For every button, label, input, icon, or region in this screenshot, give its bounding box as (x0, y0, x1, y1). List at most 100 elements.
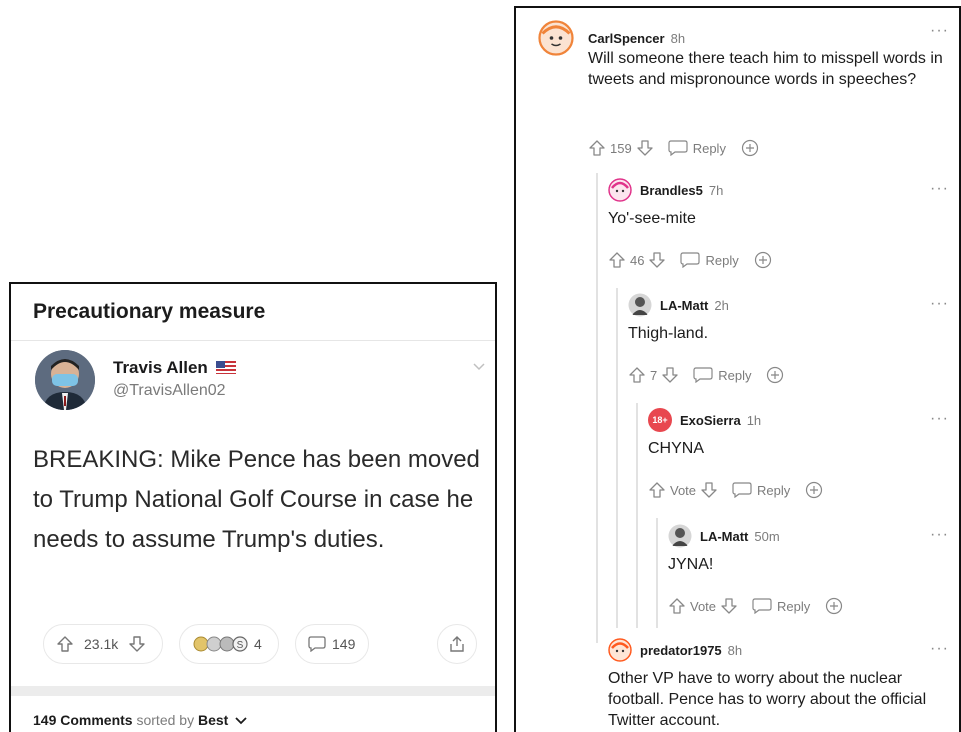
comment-username[interactable]: Brandles5 (640, 183, 703, 198)
comment-score: Vote (670, 482, 697, 498)
comments-panel: CarlSpencer 8h ··· Will someone there te… (514, 6, 961, 732)
chevron-down-icon[interactable] (235, 716, 247, 725)
upvote-icon[interactable] (668, 597, 686, 615)
comment-text: Thigh-land. (628, 325, 709, 342)
more-options-icon[interactable]: ··· (930, 526, 949, 544)
sort-mode[interactable]: Best (198, 712, 228, 728)
section-separator (11, 686, 495, 696)
awards-icon: S (193, 636, 248, 652)
more-options-icon[interactable]: ··· (930, 640, 949, 658)
awards-pill[interactable]: S 4 (179, 624, 279, 664)
chevron-down-icon[interactable] (473, 362, 485, 372)
more-options-icon[interactable]: ··· (930, 180, 949, 198)
reply-icon[interactable] (668, 140, 688, 156)
downvote-icon[interactable] (636, 139, 654, 157)
reply-icon[interactable] (680, 252, 701, 268)
comments-button[interactable]: 149 (295, 624, 369, 664)
comment-username[interactable]: LA-Matt (700, 529, 748, 544)
svg-text:S: S (237, 640, 244, 651)
comment-sort-bar[interactable]: 149 Comments sorted by Best (33, 712, 247, 728)
downvote-icon[interactable] (661, 366, 679, 384)
thread-line (616, 288, 618, 628)
comment-time: 8h (727, 642, 743, 658)
award-plus-icon[interactable] (753, 250, 773, 270)
post-action-bar: 23.1k S 4 149 (33, 624, 483, 668)
thread-line (636, 403, 638, 628)
comment-actions: 159 Reply (588, 138, 760, 158)
share-button[interactable] (437, 624, 477, 664)
avatar[interactable] (628, 293, 652, 317)
comment-actions: 46 Reply (608, 250, 773, 270)
comment-score: 46 (630, 252, 645, 268)
downvote-icon[interactable] (700, 481, 718, 499)
reply-icon[interactable] (752, 598, 772, 614)
upvote-icon[interactable] (56, 635, 74, 653)
comment-actions: 7 Reply (628, 365, 785, 385)
comment: LA-Matt 50m ··· JYNA! Vote Reply (668, 524, 948, 624)
comment-username[interactable]: predator1975 (640, 643, 722, 658)
post-title: Precautionary measure (33, 300, 266, 323)
reply-button[interactable]: Reply (757, 483, 790, 498)
comment-text: CHYNA (648, 440, 705, 457)
more-options-icon[interactable]: ··· (930, 22, 949, 40)
reply-icon[interactable] (732, 482, 752, 498)
awards-count: 4 (254, 636, 262, 652)
comment-header: LA-Matt 2h (628, 293, 729, 317)
reply-icon[interactable] (693, 367, 713, 383)
award-plus-icon[interactable] (765, 365, 785, 385)
comment-score: 7 (650, 367, 658, 383)
reply-button[interactable]: Reply (777, 599, 810, 614)
downvote-icon[interactable] (648, 251, 666, 269)
reply-button[interactable]: Reply (693, 141, 726, 156)
reply-button[interactable]: Reply (705, 253, 738, 268)
more-options-icon[interactable]: ··· (930, 295, 949, 313)
award-plus-icon[interactable] (740, 138, 760, 158)
post-vote-count: 23.1k (84, 636, 119, 652)
comment-text: Will someone there teach him to misspell… (588, 50, 943, 88)
upvote-icon[interactable] (588, 139, 606, 157)
nsfw-avatar[interactable]: 18+ (648, 408, 672, 432)
thread-line (656, 518, 658, 628)
comment-score: Vote (690, 598, 717, 614)
avatar[interactable] (668, 524, 692, 548)
comment-username[interactable]: CarlSpencer (588, 31, 665, 46)
comment-time: 2h (714, 297, 729, 313)
upvote-icon[interactable] (648, 481, 666, 499)
comment: LA-Matt 2h ··· Thigh-land. 7 Reply (628, 293, 948, 393)
comments-count: 149 (332, 636, 356, 652)
avatar[interactable] (608, 638, 632, 662)
comment-time: 7h (708, 182, 724, 198)
comment-count-label: 149 Comments (33, 712, 133, 728)
comment: CarlSpencer 8h ··· Will someone there te… (538, 20, 948, 165)
comment-username[interactable]: ExoSierra (680, 413, 741, 428)
award-plus-icon[interactable] (804, 480, 824, 500)
avatar[interactable] (608, 178, 632, 202)
comment-header: predator1975 8h (608, 638, 742, 662)
share-icon (450, 636, 464, 652)
award-plus-icon[interactable] (824, 596, 844, 616)
reply-button[interactable]: Reply (718, 368, 751, 383)
upvote-icon[interactable] (608, 251, 626, 269)
nsfw-badge-label: 18+ (652, 415, 668, 425)
avatar[interactable] (538, 20, 574, 56)
comment-actions: Vote Reply (668, 596, 844, 616)
comment-text: JYNA! (668, 556, 714, 573)
upvote-icon[interactable] (628, 366, 646, 384)
sorted-by-label: sorted by (136, 712, 195, 728)
tweet-author-label: Travis Allen (113, 358, 208, 377)
tweet-handle[interactable]: @TravisAllen02 (113, 382, 226, 400)
downvote-icon[interactable] (720, 597, 738, 615)
comment-text: Other VP have to worry about the nuclear… (608, 670, 927, 729)
comment-header: Brandles5 7h (608, 178, 723, 202)
comment-score: 159 (610, 140, 632, 156)
comment-time: 8h (670, 30, 686, 46)
more-options-icon[interactable]: ··· (930, 410, 949, 428)
tweet-author-name[interactable]: Travis Allen (113, 358, 236, 378)
post-vote-pill: 23.1k (43, 624, 163, 664)
tweet-avatar[interactable] (35, 350, 95, 410)
tweet-text: BREAKING: Mike Pence has been moved to T… (33, 446, 480, 553)
post-panel: Precautionary measure Travis Allen @Trav… (9, 282, 497, 732)
downvote-icon[interactable] (128, 635, 146, 653)
comment-username[interactable]: LA-Matt (660, 298, 708, 313)
comment-header: LA-Matt 50m (668, 524, 780, 548)
